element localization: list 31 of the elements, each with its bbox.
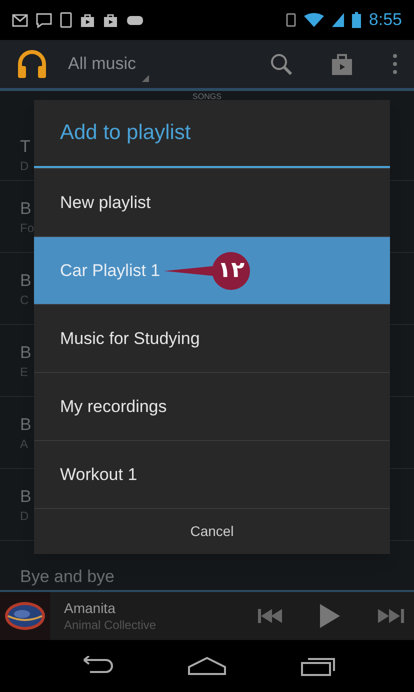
headphones-icon[interactable]: [16, 49, 48, 79]
library-dropdown[interactable]: All music: [68, 44, 150, 84]
callout-badge: ۱۲: [212, 252, 250, 290]
play-store-icon: [80, 12, 95, 28]
shop-bag-icon[interactable]: [330, 52, 354, 76]
previous-icon[interactable]: [258, 608, 284, 624]
next-icon[interactable]: [378, 608, 404, 624]
dialog-title: Add to playlist: [59, 120, 192, 146]
recent-apps-icon[interactable]: [300, 655, 338, 677]
search-icon[interactable]: [270, 53, 292, 75]
wifi-icon: [304, 13, 324, 27]
signal-icon: [332, 13, 344, 27]
mail-icon: [12, 14, 28, 26]
callout-pointer: [164, 266, 214, 276]
cancel-button[interactable]: Cancel: [34, 508, 390, 554]
home-icon[interactable]: [186, 656, 227, 676]
track-title: Amanita: [64, 599, 116, 617]
play-store-icon: [103, 12, 118, 28]
clock-time: 8:55: [368, 9, 402, 32]
gamepad-icon: [126, 14, 144, 26]
play-icon[interactable]: [320, 604, 340, 628]
phone-icon: [60, 12, 72, 28]
overflow-menu-icon[interactable]: [392, 53, 398, 75]
chat-icon: [36, 12, 52, 28]
playlist-item[interactable]: Workout 1: [34, 440, 390, 508]
track-artist: Animal Collective: [64, 617, 158, 633]
battery-icon: [352, 12, 361, 28]
vibrate-icon: [286, 13, 296, 27]
playlist-item[interactable]: My recordings: [34, 372, 390, 440]
dropdown-corner-icon: [142, 75, 150, 82]
playlist-item[interactable]: Music for Studying: [34, 304, 390, 372]
